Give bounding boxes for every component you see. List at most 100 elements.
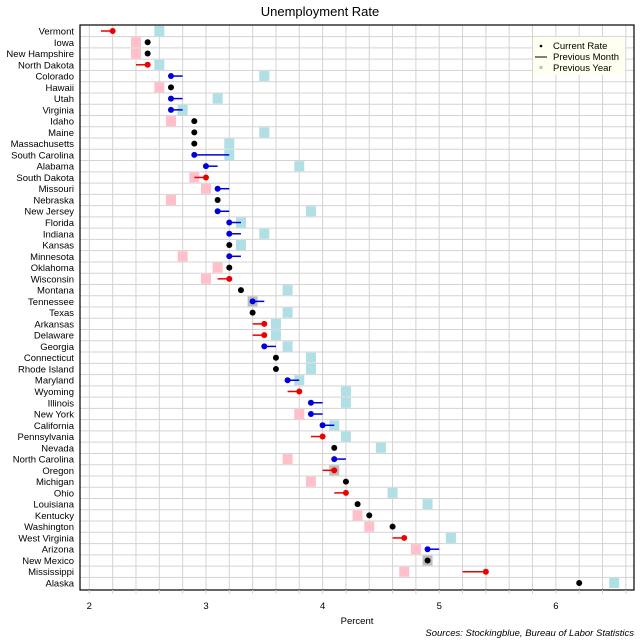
current-rate-dot bbox=[249, 309, 256, 316]
chart-title: Unemployment Rate bbox=[261, 4, 380, 19]
current-rate-dot bbox=[576, 580, 583, 586]
state-label: Missouri bbox=[39, 184, 74, 195]
current-rate-dot bbox=[214, 208, 221, 215]
current-rate-dot bbox=[284, 377, 291, 384]
state-label: Washington bbox=[24, 522, 74, 533]
state-label: Maryland bbox=[35, 376, 74, 387]
prev-year-marker bbox=[399, 566, 410, 577]
legend-prev-year-label: Previous Year bbox=[553, 63, 612, 74]
prev-year-marker bbox=[282, 307, 293, 318]
state-label: Minnesota bbox=[30, 252, 75, 263]
state-label: North Carolina bbox=[13, 455, 75, 466]
prev-year-marker bbox=[282, 285, 293, 296]
state-label: Utah bbox=[54, 94, 74, 105]
prev-year-marker bbox=[375, 442, 386, 453]
x-tick-label: 3 bbox=[203, 601, 208, 612]
current-rate-dot bbox=[424, 557, 431, 564]
current-rate-dot bbox=[307, 411, 314, 418]
prev-year-marker bbox=[165, 116, 176, 127]
current-rate-dot bbox=[261, 332, 268, 339]
state-label: New Mexico bbox=[22, 556, 74, 567]
x-tick-label: 2 bbox=[87, 601, 92, 612]
state-label: Virginia bbox=[42, 105, 74, 116]
prev-year-marker bbox=[200, 183, 211, 194]
current-rate-dot bbox=[226, 242, 233, 249]
legend-current-marker bbox=[539, 44, 543, 48]
prev-year-marker bbox=[177, 251, 188, 262]
current-rate-dot bbox=[401, 534, 408, 541]
state-label: Illinois bbox=[48, 398, 75, 409]
current-rate-dot bbox=[167, 106, 174, 113]
state-label: California bbox=[34, 421, 75, 432]
prev-year-marker bbox=[609, 578, 620, 588]
state-label: Wisconsin bbox=[31, 274, 74, 285]
current-rate-dot bbox=[144, 39, 151, 46]
prev-year-marker bbox=[305, 476, 316, 487]
x-tick-label: 6 bbox=[553, 601, 558, 612]
state-label: Connecticut bbox=[24, 353, 75, 364]
current-rate-dot bbox=[202, 174, 209, 181]
current-rate-dot bbox=[167, 95, 174, 102]
current-rate-dot bbox=[342, 489, 349, 496]
state-label: Idaho bbox=[50, 117, 74, 128]
prev-year-marker bbox=[340, 397, 351, 408]
current-rate-dot bbox=[144, 61, 151, 68]
state-label: Arizona bbox=[42, 545, 75, 556]
state-label: Rhode Island bbox=[18, 364, 74, 375]
state-label: Nevada bbox=[41, 443, 74, 454]
prev-year-marker bbox=[364, 521, 375, 532]
current-rate-dot bbox=[191, 118, 198, 125]
state-label: South Carolina bbox=[11, 150, 75, 161]
state-label: Montana bbox=[37, 286, 75, 297]
prev-year-marker bbox=[282, 454, 293, 465]
prev-year-marker bbox=[410, 544, 421, 555]
prev-year-marker bbox=[154, 82, 165, 93]
current-rate-dot bbox=[482, 568, 489, 575]
prev-year-marker bbox=[294, 409, 305, 420]
prev-year-marker bbox=[212, 262, 223, 273]
prev-year-marker bbox=[259, 71, 270, 82]
current-rate-dot bbox=[424, 546, 431, 553]
prev-year-marker bbox=[305, 206, 316, 217]
state-label: West Virginia bbox=[18, 533, 74, 544]
prev-year-marker bbox=[154, 26, 165, 36]
prev-year-marker bbox=[212, 93, 223, 104]
state-label: Wyoming bbox=[34, 387, 74, 398]
prev-year-marker bbox=[224, 138, 235, 149]
current-rate-dot bbox=[226, 230, 233, 237]
current-rate-dot bbox=[261, 343, 268, 350]
x-axis-ticks: 2 3 4 5 6 bbox=[87, 590, 627, 612]
current-rate-dot bbox=[307, 399, 314, 406]
prev-year-marker bbox=[165, 194, 176, 205]
state-label: Florida bbox=[45, 218, 75, 229]
prev-year-marker bbox=[352, 510, 363, 521]
state-label: Alaska bbox=[45, 579, 74, 590]
current-rate-dot bbox=[202, 163, 209, 170]
state-label: Indiana bbox=[43, 229, 75, 240]
x-tick-label: 4 bbox=[320, 601, 325, 612]
current-rate-dot bbox=[226, 219, 233, 226]
prev-year-marker bbox=[270, 318, 281, 329]
state-label: Kentucky bbox=[35, 511, 74, 522]
state-label: Mississippi bbox=[28, 567, 74, 578]
state-label: Georgia bbox=[40, 342, 75, 353]
state-label: Arkansas bbox=[34, 319, 74, 330]
current-rate-dot bbox=[342, 478, 349, 485]
x-tick-label: 5 bbox=[437, 601, 442, 612]
current-rate-dot bbox=[319, 422, 326, 429]
prev-year-marker bbox=[305, 352, 316, 363]
state-label: Alabama bbox=[37, 162, 75, 173]
prev-year-marker bbox=[340, 431, 351, 442]
prev-year-marker bbox=[294, 161, 305, 172]
current-rate-dot bbox=[249, 298, 256, 305]
prev-year-marker bbox=[200, 273, 211, 284]
current-rate-dot bbox=[389, 523, 396, 530]
current-rate-dot bbox=[331, 467, 338, 474]
current-rate-dot bbox=[167, 84, 174, 91]
state-label: Delaware bbox=[34, 331, 74, 342]
current-rate-dot bbox=[167, 73, 174, 80]
unemployment-chart: Unemployment Rate VermontIowaNew Hampshi… bbox=[6, 4, 635, 639]
current-rate-dot bbox=[109, 28, 116, 34]
prev-year-marker bbox=[270, 330, 281, 341]
current-rate-dot bbox=[261, 320, 268, 327]
